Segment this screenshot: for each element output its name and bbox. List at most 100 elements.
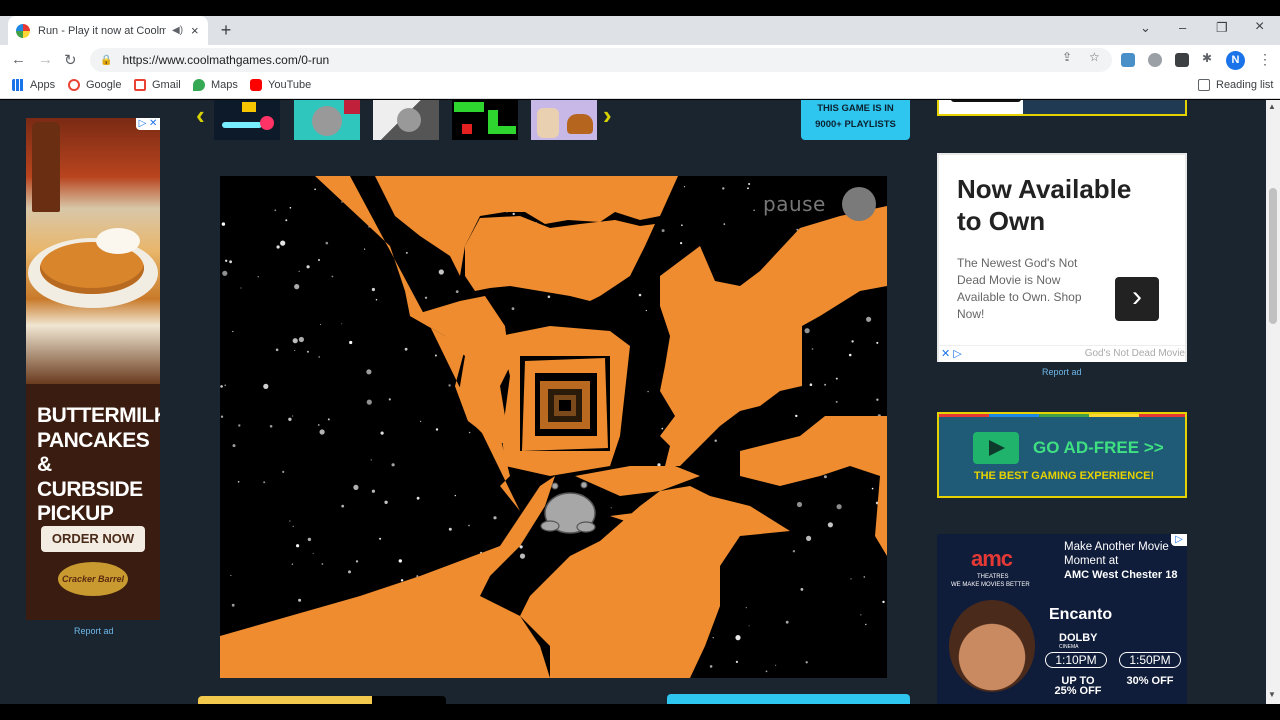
report-ad-link[interactable]: Report ad xyxy=(1042,367,1082,377)
url-text[interactable]: https://www.coolmathgames.com/0-run xyxy=(122,53,329,67)
star xyxy=(285,219,288,222)
star xyxy=(866,316,872,322)
star xyxy=(230,575,232,576)
tunnel-wall-top-inner xyxy=(465,216,655,301)
star xyxy=(871,487,874,490)
star xyxy=(848,353,852,357)
adchoices-icon[interactable]: ▷ ✕ xyxy=(136,118,160,130)
order-now-button[interactable]: ORDER NOW xyxy=(41,526,145,552)
bookmark-label: Google xyxy=(86,79,122,91)
star xyxy=(229,260,232,264)
game-thumbnail-2[interactable] xyxy=(294,100,360,140)
star xyxy=(306,265,310,269)
star xyxy=(400,579,404,582)
cracker-barrel-ad[interactable]: BUTTERMILK PANCAKES & CURBSIDE PICKUP OR… xyxy=(26,118,160,620)
tab-close-icon[interactable]: × xyxy=(191,23,199,38)
adblock-extension-icon[interactable] xyxy=(1148,53,1162,67)
star xyxy=(835,400,838,403)
adfree-subtitle: THE BEST GAMING EXPERIENCE! xyxy=(973,470,1155,482)
ad-arrow-button[interactable]: › xyxy=(1115,277,1159,321)
extension-icon-2[interactable] xyxy=(1175,53,1189,67)
puzzle-extensions-icon[interactable]: ✱ xyxy=(1202,51,1212,65)
amc-theatres-ad[interactable]: amc THEATRES WE MAKE MOVIES BETTER Make … xyxy=(937,534,1187,704)
forward-button[interactable]: → xyxy=(38,51,53,68)
reading-list-button[interactable]: Reading list xyxy=(1198,79,1273,91)
star xyxy=(348,570,351,574)
star xyxy=(294,349,296,352)
playlist-badge[interactable]: THIS GAME IS IN 9000+ PLAYLISTS xyxy=(801,100,910,140)
star xyxy=(765,670,768,673)
ad-advertiser[interactable]: God's Not Dead Movie xyxy=(1085,348,1185,359)
star xyxy=(753,209,755,211)
tab-strip: Run - Play it now at Coolmat ◀) × + ⌄ – … xyxy=(0,16,1280,45)
game-thumbnail-1[interactable] xyxy=(214,100,280,140)
syrup-bottle xyxy=(32,122,60,212)
right-top-promo[interactable] xyxy=(937,100,1187,116)
star xyxy=(735,635,741,641)
extension-icon[interactable] xyxy=(1121,53,1135,67)
fullscreen-button[interactable] xyxy=(667,694,910,704)
star xyxy=(714,439,717,442)
favorites-button-fill xyxy=(198,696,372,704)
bookmark-maps[interactable]: Maps xyxy=(193,79,238,91)
star xyxy=(292,338,298,344)
game-thumbnail-4[interactable] xyxy=(452,100,518,140)
star xyxy=(341,201,343,203)
play-triangle xyxy=(989,440,1005,456)
bookmark-apps[interactable]: Apps xyxy=(12,79,55,91)
add-to-favorites-button[interactable] xyxy=(198,696,446,704)
report-ad-link[interactable]: Report ad xyxy=(74,626,114,636)
game-canvas[interactable]: pause xyxy=(220,176,887,678)
carousel-prev-button[interactable]: ‹ xyxy=(196,100,205,131)
go-ad-free-banner[interactable]: GO AD-FREE >> THE BEST GAMING EXPERIENCE… xyxy=(937,412,1187,498)
profile-avatar[interactable]: N xyxy=(1226,51,1245,70)
bookmark-youtube[interactable]: YouTube xyxy=(250,79,311,91)
star xyxy=(645,309,647,312)
scroll-up-arrow[interactable]: ▲ xyxy=(1268,102,1276,111)
pause-button[interactable] xyxy=(842,187,876,221)
star xyxy=(661,427,664,430)
menu-icon[interactable]: ⋮ xyxy=(1258,51,1272,68)
thumb-burger xyxy=(567,114,593,134)
bookmark-google[interactable]: Google xyxy=(68,79,121,91)
tunnel-ring-4-hole xyxy=(559,400,571,411)
star xyxy=(836,504,842,510)
new-tab-button[interactable]: + xyxy=(216,20,236,41)
bookmark-star-icon[interactable]: ☆ xyxy=(1089,50,1100,64)
restore-button[interactable]: ❐ xyxy=(1216,20,1228,36)
game-thumbnail-3[interactable] xyxy=(373,100,439,140)
star xyxy=(325,241,329,245)
address-bar[interactable]: 🔒 https://www.coolmathgames.com/0-run xyxy=(90,48,1112,72)
bookmark-gmail[interactable]: Gmail xyxy=(134,79,181,91)
page-scrollbar[interactable]: ▲ ▼ xyxy=(1266,100,1280,704)
minimize-button[interactable]: – xyxy=(1179,20,1186,35)
showtime-2[interactable]: 1:50PM xyxy=(1119,652,1181,668)
star xyxy=(349,340,353,345)
adchoices-icon[interactable]: ▷ xyxy=(1171,534,1187,546)
star xyxy=(416,496,420,500)
tab-title: Run - Play it now at Coolmat xyxy=(38,24,166,37)
star xyxy=(805,661,808,664)
close-window-button[interactable]: × xyxy=(1255,18,1264,36)
share-icon[interactable]: ⇪ xyxy=(1062,50,1072,64)
scroll-thumb[interactable] xyxy=(1269,188,1277,324)
gods-not-dead-ad[interactable]: Now Available to Own The Newest God's No… xyxy=(937,153,1187,362)
showtime-1[interactable]: 1:10PM xyxy=(1045,652,1107,668)
toolbar: ← → ↻ 🔒 https://www.coolmathgames.com/0-… xyxy=(0,45,1280,75)
scroll-down-arrow[interactable]: ▼ xyxy=(1268,690,1276,699)
carousel-next-button[interactable]: › xyxy=(603,100,612,131)
star xyxy=(454,494,456,497)
star xyxy=(317,258,321,262)
browser-tab[interactable]: Run - Play it now at Coolmat ◀) × xyxy=(8,16,208,45)
tab-search-icon[interactable]: ⌄ xyxy=(1140,20,1151,36)
game-thumbnail-5[interactable] xyxy=(531,100,597,140)
back-button[interactable]: ← xyxy=(11,51,26,68)
reload-button[interactable]: ↻ xyxy=(64,51,77,69)
adchoices-icon[interactable]: ✕ ▷ xyxy=(941,347,962,360)
star xyxy=(384,500,388,504)
star xyxy=(823,475,827,479)
reading-list-icon xyxy=(1198,79,1210,91)
star xyxy=(681,224,683,226)
lock-icon[interactable]: 🔒 xyxy=(100,55,112,66)
speaker-icon[interactable]: ◀) xyxy=(172,25,183,36)
